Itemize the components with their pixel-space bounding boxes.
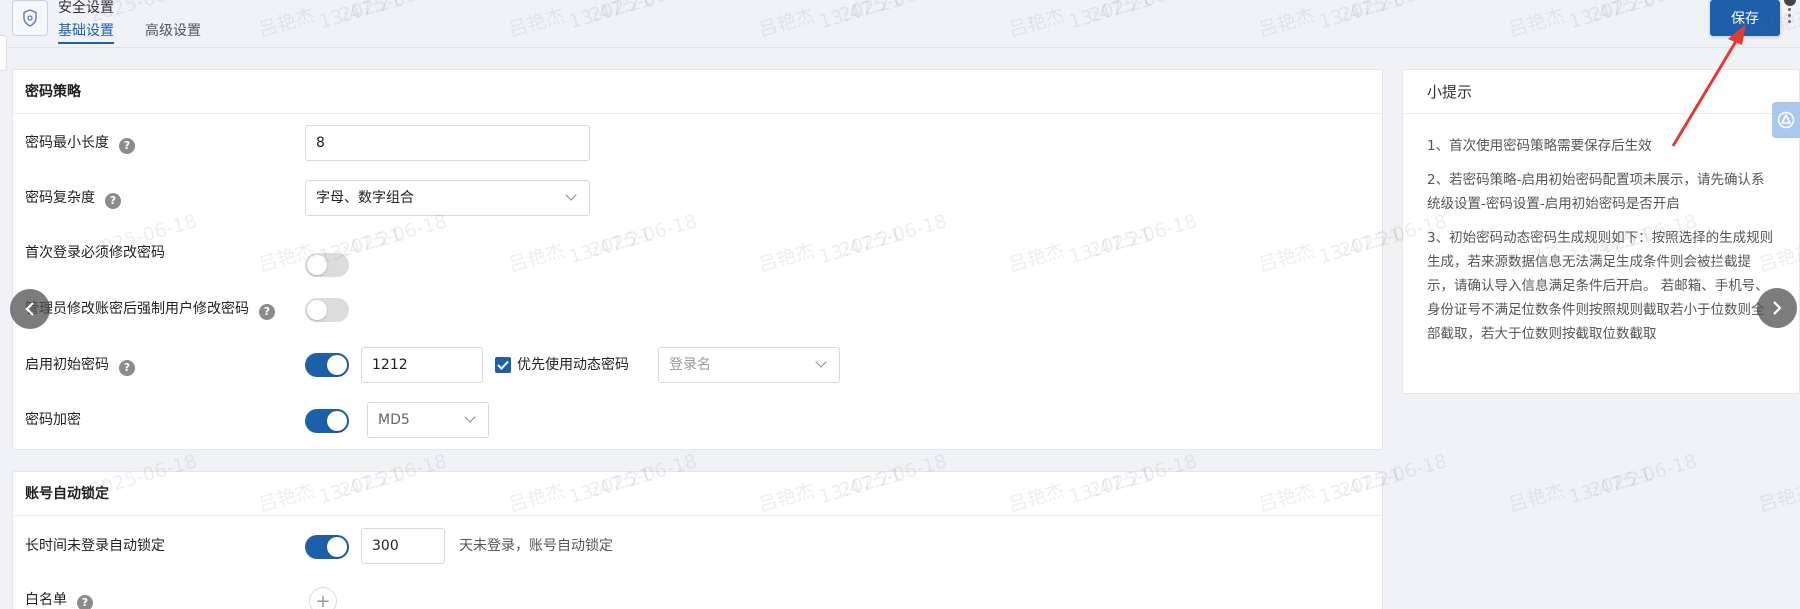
user-avatar[interactable] [1784,0,1796,6]
tips-title: 小提示 [1403,70,1799,114]
initial-password-switch[interactable] [305,353,349,377]
dynamic-password-label[interactable]: 优先使用动态密码 [517,356,629,374]
tips-body: 1、首次使用密码策略需要保存后生效 2、若密码策略-启用初始密码配置项未展示，请… [1403,114,1799,346]
page-header: 安全设置 基础设置 高级设置 保存 [0,0,1800,48]
check-icon [497,360,509,370]
chevron-down-icon [464,411,476,423]
inactive-lock-switch[interactable] [305,535,349,559]
min-length-label: 密码最小长度 [25,135,109,151]
admin-modify-label: 管理员修改账密后强制用户修改密码 [25,301,249,317]
admin-modify-row: 管理员修改账密后强制用户修改密码? [13,291,1382,327]
chevron-right-icon [1773,301,1782,315]
tip-item: 3、初始密码动态密码生成规则如下：按照选择的生成规则生成，若来源数据信息无法满足… [1427,230,1774,342]
password-policy-panel: 密码策略 密码最小长度? 8 密码复杂度? 字母、数字组合 首次登录必须修改密码… [12,69,1383,450]
help-icon[interactable]: ? [119,360,135,376]
password-source-placeholder: 登录名 [669,357,711,373]
help-icon[interactable]: ? [77,595,93,609]
inactive-lock-row: 长时间未登录自动锁定 300 天未登录，账号自动锁定 [13,528,1382,564]
min-length-input[interactable]: 8 [305,125,590,161]
sidebar-collapse-handle[interactable] [0,35,7,71]
add-whitelist-button[interactable]: + [309,587,337,609]
tab-advanced-settings[interactable]: 高级设置 [145,20,201,42]
tip-item: 1、首次使用密码策略需要保存后生效 [1427,138,1652,154]
encryption-algorithm-select[interactable]: MD5 [367,402,489,438]
watermark-text: 13:47:21 [1566,463,1655,509]
initial-password-label: 启用初始密码 [25,357,109,373]
previous-arrow-button[interactable] [10,289,50,329]
chevron-down-icon [565,189,577,201]
chevron-down-icon [815,356,827,368]
save-button[interactable]: 保存 [1710,0,1780,36]
account-lock-panel: 账号自动锁定 长时间未登录自动锁定 300 天未登录，账号自动锁定 白名单? + [12,471,1383,609]
watermark-text: 吕艳杰 [1756,479,1800,517]
page-title: 安全设置 [58,0,114,16]
inactive-lock-label: 长时间未登录自动锁定 [25,538,165,554]
complexity-row: 密码复杂度? 字母、数字组合 [13,180,1382,216]
more-options-icon[interactable] [1788,8,1794,26]
min-length-row: 密码最小长度? 8 [13,125,1382,161]
help-icon[interactable]: ? [259,304,275,320]
encryption-row: 密码加密 MD5 [13,402,1382,438]
tip-item: 2、若密码策略-启用初始密码配置项未展示，请先确认系统级设置-密码设置-启用初始… [1427,172,1765,212]
shield-icon [12,0,48,36]
whitelist-row: 白名单? + [13,582,1382,609]
first-login-switch[interactable] [305,253,349,277]
complexity-label: 密码复杂度 [25,190,95,206]
account-lock-title: 账号自动锁定 [13,472,1382,516]
initial-password-input[interactable]: 1212 [361,347,483,383]
tips-panel: 小提示 1、首次使用密码策略需要保存后生效 2、若密码策略-启用初始密码配置项未… [1402,69,1800,394]
next-arrow-button[interactable] [1757,288,1797,328]
encryption-algorithm-value: MD5 [378,412,410,428]
tab-basic-settings[interactable]: 基础设置 [58,20,114,44]
complexity-select[interactable]: 字母、数字组合 [305,180,590,216]
complexity-value: 字母、数字组合 [316,190,414,206]
inactive-days-input[interactable]: 300 [361,528,445,564]
assistant-icon [1777,111,1795,129]
password-policy-title: 密码策略 [13,70,1382,114]
inactive-lock-suffix: 天未登录，账号自动锁定 [459,538,613,554]
chevron-left-icon [25,302,34,316]
help-icon[interactable]: ? [119,138,135,154]
encryption-switch[interactable] [305,409,349,433]
initial-password-row: 启用初始密码? 1212 优先使用动态密码 登录名 [13,347,1382,383]
admin-modify-switch[interactable] [305,298,349,322]
first-login-label: 首次登录必须修改密码 [25,245,165,261]
first-login-row: 首次登录必须修改密码 [13,235,1382,277]
encryption-label: 密码加密 [25,412,81,428]
watermark-text: 吕艳杰 [1506,479,1567,517]
watermark-text: 2025-06-18 [1587,450,1700,502]
whitelist-label: 白名单 [25,592,67,608]
floating-assistant-button[interactable] [1772,102,1800,138]
help-icon[interactable]: ? [105,193,121,209]
dynamic-password-checkbox[interactable] [495,357,511,373]
password-source-select[interactable]: 登录名 [658,347,840,383]
